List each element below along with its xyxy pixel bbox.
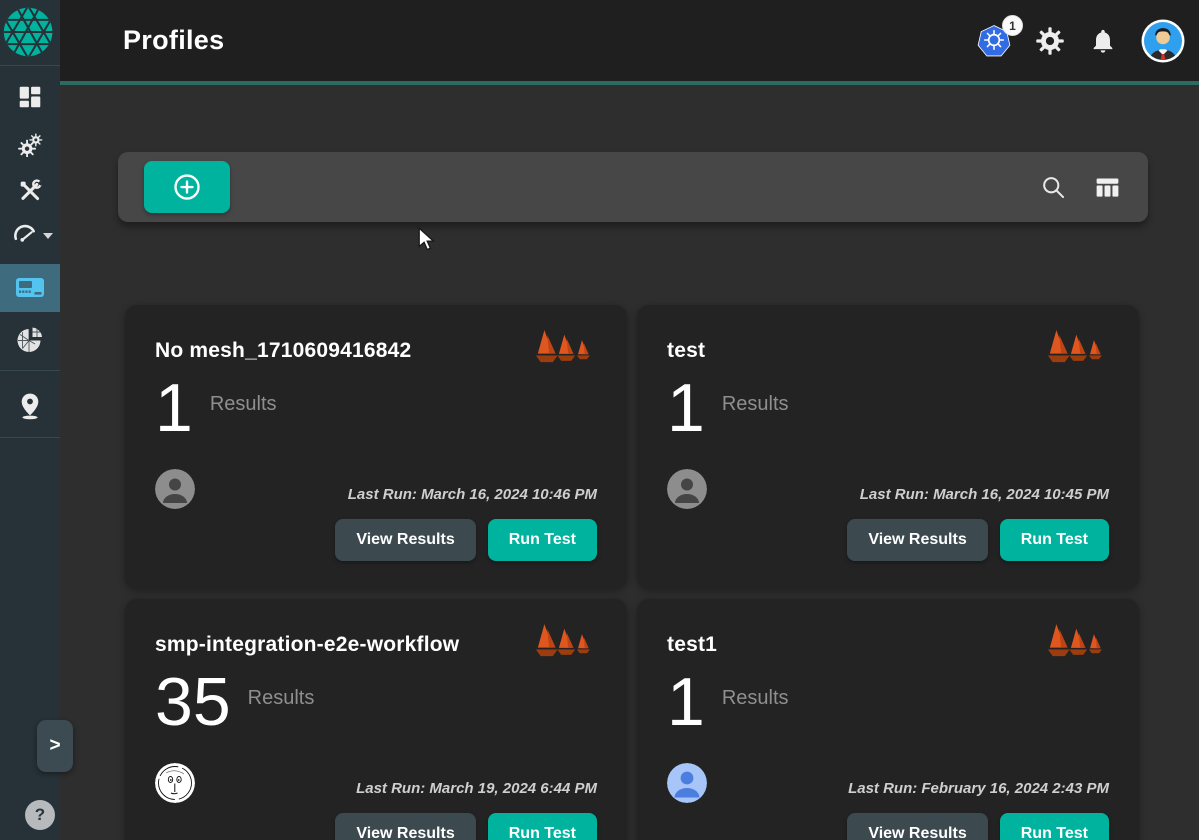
sidebar: > ? (0, 0, 60, 840)
card-header: test (667, 331, 1109, 367)
card-actions: View Results Run Test (155, 519, 597, 561)
results-count: 1 (667, 667, 705, 738)
run-test-button[interactable]: Run Test (488, 519, 597, 561)
sidebar-item-configuration[interactable] (0, 168, 60, 214)
chevron-down-icon (43, 233, 53, 239)
results-summary: 1 Results (667, 373, 1109, 444)
card-footer: Last Run: March 16, 2024 10:46 PM View R… (155, 469, 597, 561)
run-test-button[interactable]: Run Test (1000, 813, 1109, 840)
help-button[interactable]: ? (25, 800, 55, 830)
profile-name: test1 (667, 625, 717, 657)
sidebar-divider (0, 370, 60, 371)
context-count-badge: 1 (1002, 15, 1023, 36)
configuration-tools-icon (17, 178, 43, 204)
profile-card: test 1 Resu (637, 305, 1139, 589)
results-count: 1 (667, 373, 705, 444)
sidebar-item-performance[interactable] (0, 212, 60, 258)
results-label: Results (210, 393, 277, 416)
sidebar-divider (0, 65, 60, 66)
run-test-button[interactable]: Run Test (488, 813, 597, 840)
table-view-button[interactable] (1093, 173, 1122, 202)
profile-avatar (155, 469, 195, 509)
page-title: Profiles (123, 25, 224, 56)
content-area: No mesh_1710609416842 (60, 85, 1199, 840)
results-count: 35 (155, 667, 231, 738)
plus-circle-icon (172, 172, 202, 202)
profile-name: smp-integration-e2e-workflow (155, 625, 459, 657)
card-footer: Last Run: February 16, 2024 2:43 PM View… (667, 763, 1109, 840)
sidebar-item-catalog[interactable] (0, 378, 60, 434)
profile-avatar (155, 763, 195, 803)
profile-card: smp-integration-e2e-workflow (125, 599, 627, 840)
profile-avatar (667, 763, 707, 803)
profile-card: test1 1 Res (637, 599, 1139, 840)
view-results-button[interactable]: View Results (335, 813, 475, 840)
results-count: 1 (155, 373, 193, 444)
card-header: No mesh_1710609416842 (155, 331, 597, 367)
user-avatar-image (1141, 19, 1185, 63)
sailboats-icon (535, 623, 597, 661)
header-actions: 1 (977, 19, 1185, 63)
extensions-pie-icon (15, 326, 45, 356)
results-summary: 1 Results (667, 667, 1109, 738)
results-label: Results (722, 687, 789, 710)
header: Profiles (60, 0, 1199, 85)
sidebar-divider (0, 437, 60, 438)
profile-avatar (667, 469, 707, 509)
location-pin-icon (17, 392, 43, 420)
results-summary: 1 Results (155, 373, 597, 444)
notifications-button[interactable] (1089, 27, 1117, 55)
profile-name: No mesh_1710609416842 (155, 331, 411, 363)
view-results-button[interactable]: View Results (335, 519, 475, 561)
last-run-text: Last Run: February 16, 2024 2:43 PM (848, 780, 1109, 797)
sidebar-item-profiles[interactable] (0, 264, 60, 312)
card-footer: Last Run: March 16, 2024 10:45 PM View R… (667, 469, 1109, 561)
bell-icon (1089, 27, 1117, 55)
last-run-text: Last Run: March 16, 2024 10:45 PM (860, 486, 1109, 503)
performance-gauge-icon (12, 223, 38, 247)
card-actions: View Results Run Test (667, 519, 1109, 561)
results-label: Results (722, 393, 789, 416)
lifecycle-gears-icon (16, 131, 44, 157)
user-avatar[interactable] (1141, 19, 1185, 63)
settings-button[interactable] (1035, 26, 1065, 56)
card-header: test1 (667, 625, 1109, 661)
card-footer: Last Run: March 19, 2024 6:44 PM View Re… (155, 763, 597, 840)
sidebar-item-dashboard[interactable] (0, 74, 60, 120)
run-test-button[interactable]: Run Test (1000, 519, 1109, 561)
gear-icon (1035, 26, 1065, 56)
search-button[interactable] (1040, 174, 1067, 201)
profile-name: test (667, 331, 705, 363)
dashboard-icon (17, 84, 43, 110)
search-icon (1040, 174, 1067, 201)
profiles-grid: No mesh_1710609416842 (125, 305, 1199, 840)
sailboats-icon (535, 329, 597, 367)
sidebar-item-extensions[interactable] (0, 314, 60, 368)
view-results-button[interactable]: View Results (847, 813, 987, 840)
question-mark-icon: ? (35, 805, 45, 825)
sidebar-expand-button[interactable]: > (37, 720, 73, 772)
results-summary: 35 Results (155, 667, 597, 738)
view-results-button[interactable]: View Results (847, 519, 987, 561)
sailboats-icon (1047, 329, 1109, 367)
kubernetes-context-button[interactable]: 1 (977, 24, 1011, 57)
table-view-icon (1093, 173, 1122, 202)
add-profile-button[interactable] (144, 161, 230, 213)
meshery-logo-icon[interactable] (0, 0, 60, 64)
card-header: smp-integration-e2e-workflow (155, 625, 597, 661)
card-actions: View Results Run Test (667, 813, 1109, 840)
profiles-card-icon (15, 276, 45, 300)
results-label: Results (248, 687, 315, 710)
last-run-text: Last Run: March 16, 2024 10:46 PM (348, 486, 597, 503)
profiles-toolbar (118, 152, 1148, 222)
main-area: Profiles (60, 0, 1199, 840)
sidebar-item-lifecycle[interactable] (0, 121, 60, 167)
card-actions: View Results Run Test (155, 813, 597, 840)
last-run-text: Last Run: March 19, 2024 6:44 PM (356, 780, 597, 797)
meshery-app: > ? Profiles (0, 0, 1199, 840)
toolbar-actions (1040, 173, 1122, 202)
sailboats-icon (1047, 623, 1109, 661)
chevron-right-icon: > (49, 735, 60, 757)
profile-card: No mesh_1710609416842 (125, 305, 627, 589)
